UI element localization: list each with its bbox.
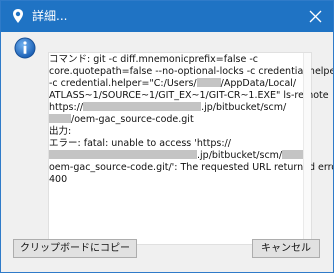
vertical-scrollbar[interactable] <box>303 53 311 244</box>
redacted-host <box>49 150 197 159</box>
message-line: ATLASS~1/SOURCE~1/GIT_EX~1/GIT-CR~1.EXE"… <box>49 90 329 101</box>
message-line: 出力: <box>49 126 72 137</box>
close-button[interactable] <box>299 1 333 32</box>
message-line: コマンド: git -c diff.mnemonicprefix=false -… <box>49 54 259 65</box>
message-line: 400 <box>49 174 68 185</box>
redacted-project <box>49 114 71 123</box>
dialog-title: 詳細... <box>32 9 68 23</box>
copy-to-clipboard-button[interactable]: クリップボードにコピー <box>13 239 137 258</box>
redacted-project <box>282 150 305 159</box>
message-line: -c credential.helper="C:/Users//AppData/… <box>49 78 297 89</box>
message-line: /oem-gac_source-code.git <box>49 114 299 126</box>
details-dialog: 詳細... コマンド: git -c diff.mnemonicprefix=f… <box>0 0 334 273</box>
message-line: oem-gac_source-code.git/': The requested… <box>49 162 334 173</box>
message-line: core.quotepath=false --no-optional-locks… <box>49 66 334 77</box>
title-bar[interactable]: 詳細... <box>1 1 333 32</box>
message-line: エラー: fatal: unable to access 'https:// <box>49 138 231 149</box>
info-icon <box>14 37 36 59</box>
cancel-button[interactable]: キャンセル <box>252 239 320 258</box>
close-icon <box>309 10 322 23</box>
message-text-area[interactable]: コマンド: git -c diff.mnemonicprefix=false -… <box>48 52 334 245</box>
redacted-username <box>196 78 221 87</box>
location-pin-icon <box>10 8 26 24</box>
message-text: コマンド: git -c diff.mnemonicprefix=false -… <box>49 54 334 186</box>
message-line: https://.jp/bitbucket/scm/ <box>49 102 287 113</box>
message-line: .jp/bitbucket/scm// <box>49 150 307 162</box>
redacted-host <box>83 102 202 111</box>
